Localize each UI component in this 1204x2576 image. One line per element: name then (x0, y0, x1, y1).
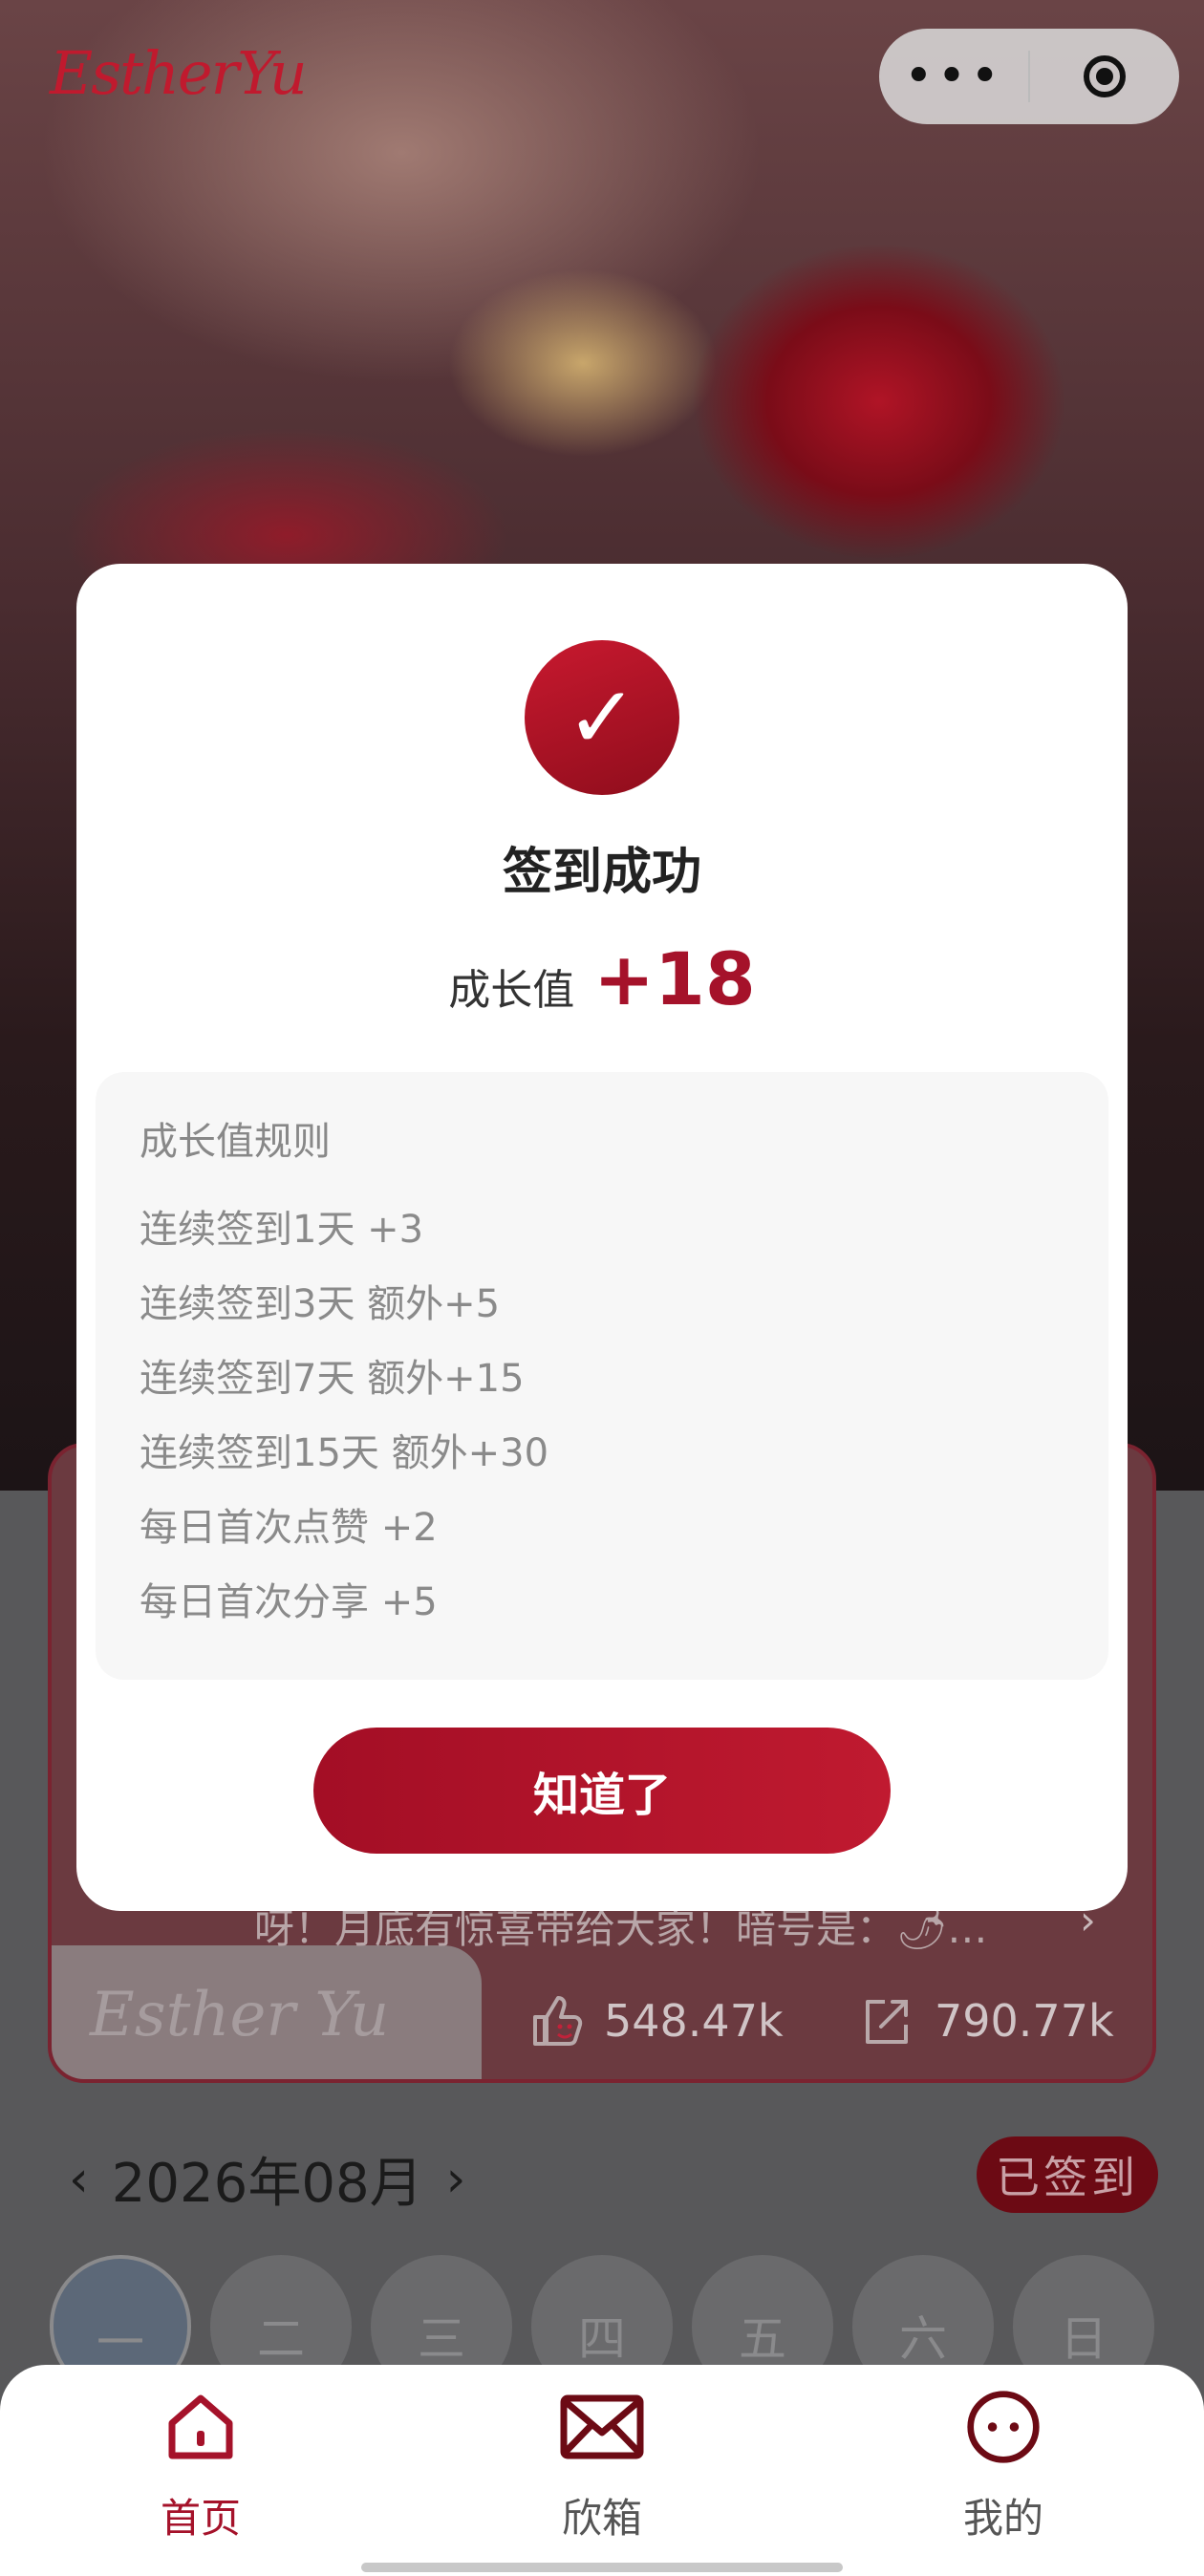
tab-profile[interactable]: 我的 (908, 2389, 1099, 2544)
rule-item: 每日首次点赞 +2 (140, 1506, 438, 1550)
growth-reward: 成长值 +18 (76, 936, 1128, 1021)
rules-title: 成长值规则 (140, 1120, 331, 1164)
rule-item: 连续签到3天 额外+5 (140, 1282, 501, 1326)
tab-inbox[interactable]: 欣箱 (506, 2389, 698, 2544)
growth-label: 成长值 (448, 966, 575, 1015)
envelope-icon (560, 2394, 644, 2459)
rule-item: 连续签到7天 额外+15 (140, 1357, 525, 1401)
home-indicator (361, 2563, 843, 2572)
home-icon (168, 2394, 233, 2459)
sign-in-success-dialog: ✓ 签到成功 成长值 +18 成长值规则 连续签到1天 +3 连续签到3天 额外… (76, 564, 1128, 1911)
growth-value: +18 (593, 936, 756, 1021)
confirm-button[interactable]: 知道了 (313, 1728, 891, 1854)
dialog-title: 签到成功 (502, 844, 701, 901)
tab-profile-label: 我的 (962, 2495, 1043, 2542)
growth-rules-panel: 成长值规则 连续签到1天 +3 连续签到3天 额外+5 连续签到7天 额外+15… (96, 1072, 1108, 1680)
rule-item: 每日首次分享 +5 (140, 1580, 438, 1624)
rule-item: 连续签到15天 额外+30 (140, 1431, 549, 1475)
tab-inbox-label: 欣箱 (561, 2495, 642, 2542)
tab-home[interactable]: 首页 (105, 2389, 296, 2544)
tab-home-label: 首页 (160, 2495, 241, 2542)
profile-face-icon (967, 2391, 1040, 2463)
rule-item: 连续签到1天 +3 (140, 1208, 424, 1252)
check-icon: ✓ (525, 640, 679, 795)
